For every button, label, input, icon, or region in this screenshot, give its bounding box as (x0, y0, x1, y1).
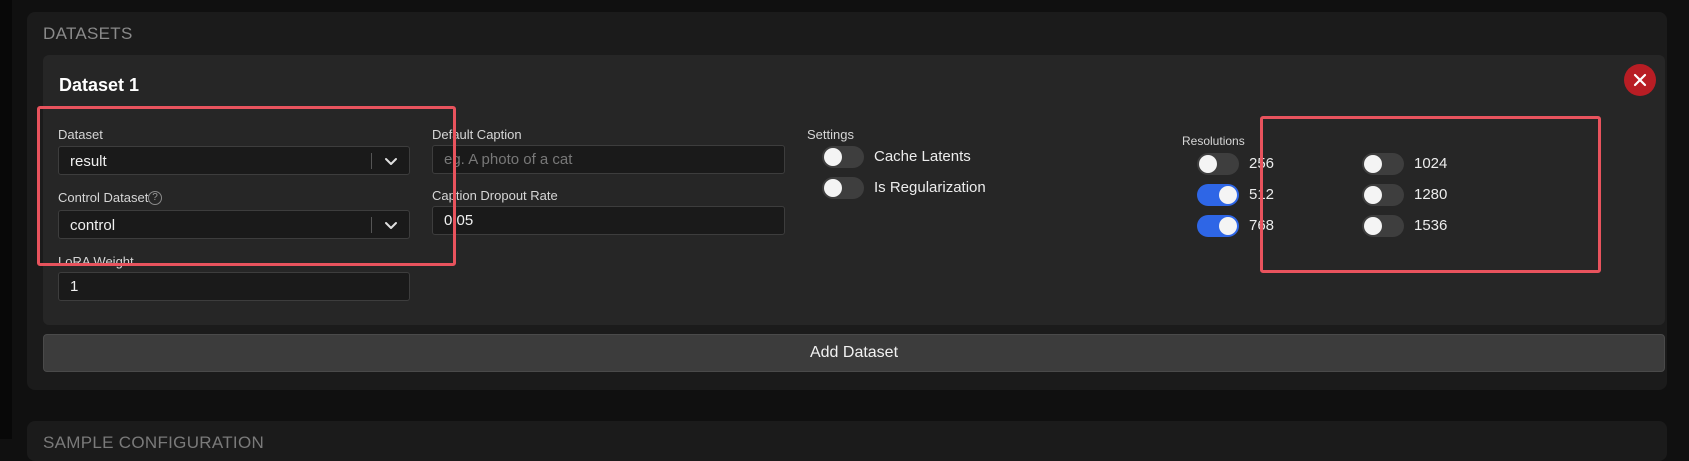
resolution-256-label: 256 (1249, 155, 1275, 172)
dataset-card-title: Dataset 1 (59, 75, 140, 95)
caption-dropout-label: Caption Dropout Rate (432, 188, 558, 203)
control-dataset-label: Control Dataset (58, 190, 149, 205)
resolutions-label: Resolutions (1182, 134, 1245, 148)
toggle-knob (824, 179, 842, 197)
left-edge (0, 0, 12, 439)
resolution-512-toggle[interactable] (1197, 184, 1239, 206)
dataset-select-value: result (70, 153, 107, 170)
add-dataset-button[interactable]: Add Dataset (43, 334, 1665, 372)
resolution-1280-label: 1280 (1414, 186, 1448, 203)
chevron-down-icon (385, 158, 397, 165)
toggle-knob (1364, 155, 1382, 173)
toggle-knob (1219, 217, 1237, 235)
is-regularization-toggle[interactable] (822, 177, 864, 199)
select-separator (371, 153, 372, 169)
resolution-768-label: 768 (1249, 217, 1275, 234)
resolution-256-toggle[interactable] (1197, 153, 1239, 175)
select-separator (371, 217, 372, 233)
resolution-768-toggle[interactable] (1197, 215, 1239, 237)
dataset-card: Dataset 1 Dataset result Control Dataset… (43, 55, 1665, 325)
remove-dataset-button[interactable] (1624, 64, 1656, 96)
dataset-label: Dataset (58, 127, 103, 142)
section-title: SAMPLE CONFIGURATION (43, 433, 265, 452)
settings-label: Settings (807, 127, 854, 142)
default-caption-label: Default Caption (432, 127, 522, 142)
chevron-down-icon (385, 222, 397, 229)
resolution-1536-label: 1536 (1414, 217, 1448, 234)
lora-weight-input[interactable] (58, 272, 410, 301)
help-icon[interactable]: ? (148, 191, 162, 205)
toggle-knob (1199, 155, 1217, 173)
resolution-1024-label: 1024 (1414, 155, 1448, 172)
control-dataset-select-value: control (70, 217, 116, 234)
cache-latents-toggle[interactable] (822, 146, 864, 168)
default-caption-input[interactable] (432, 145, 785, 174)
section-title: DATASETS (43, 24, 133, 43)
lora-weight-label: LoRA Weight (58, 254, 134, 269)
is-regularization-label: Is Regularization (874, 179, 986, 196)
caption-dropout-input[interactable] (432, 206, 785, 235)
toggle-knob (1364, 217, 1382, 235)
resolution-1024-toggle[interactable] (1362, 153, 1404, 175)
sample-configuration-panel: SAMPLE CONFIGURATION (27, 421, 1667, 461)
resolution-1280-toggle[interactable] (1362, 184, 1404, 206)
dataset-select[interactable]: result (58, 146, 410, 175)
toggle-knob (1364, 186, 1382, 204)
cache-latents-label: Cache Latents (874, 148, 971, 165)
datasets-panel: DATASETS Dataset 1 Dataset result Contro… (27, 12, 1667, 390)
resolution-512-label: 512 (1249, 186, 1275, 203)
resolution-1536-toggle[interactable] (1362, 215, 1404, 237)
toggle-knob (824, 148, 842, 166)
close-icon (1633, 73, 1647, 87)
toggle-knob (1219, 186, 1237, 204)
control-dataset-select[interactable]: control (58, 210, 410, 239)
